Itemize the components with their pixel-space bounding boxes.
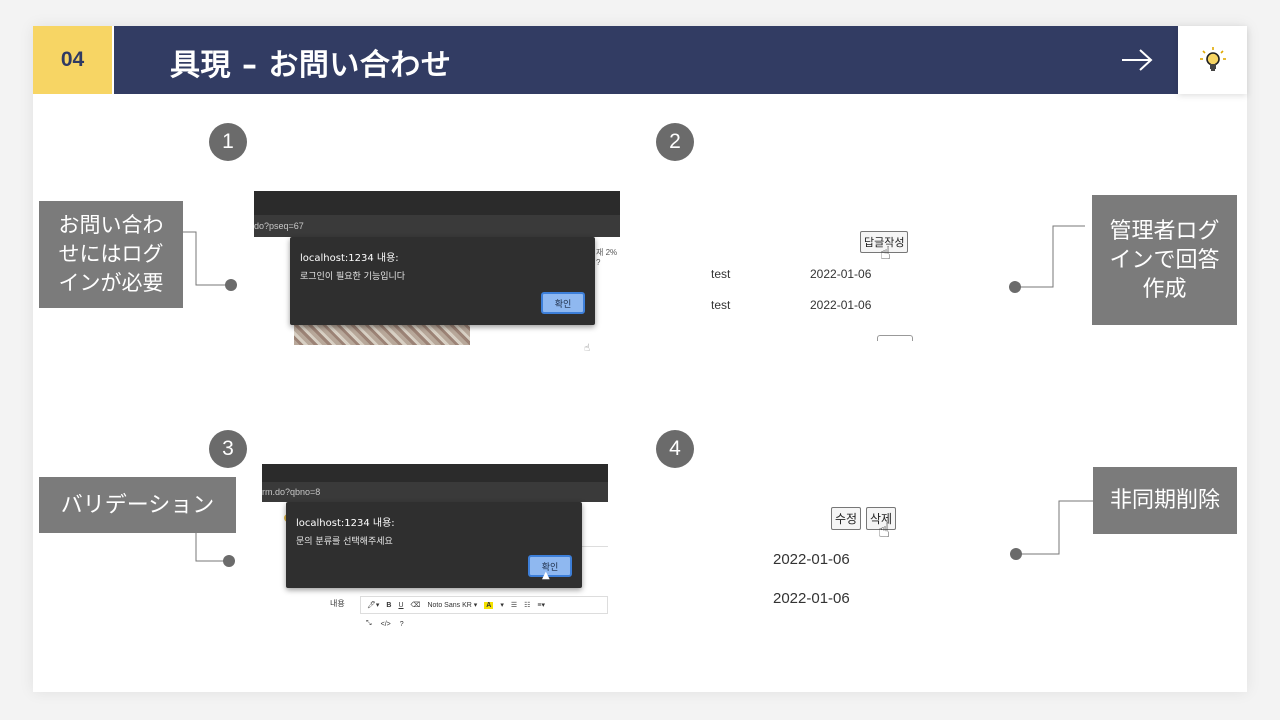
content-label: 내용 [330,599,345,608]
row-name: test [711,267,731,281]
row-name: test [711,298,731,312]
toolbar-item[interactable]: ☷ [524,601,530,609]
dialog-message: 로그인이 필요한 기능입니다 [300,272,406,282]
row-date: 2022-01-06 [773,551,850,568]
step-number-2: 2 [656,123,694,161]
edit-button[interactable]: 수정 [831,507,862,530]
toolbar-item[interactable]: ▾ [500,601,504,609]
toolbar-item[interactable]: ≡▾ [537,601,545,609]
step-label-4: 非同期削除 [1093,467,1237,534]
step-number-3: 3 [209,430,247,468]
connector-dot-1 [225,279,237,291]
divider [582,546,608,547]
toolbar-item[interactable]: B [386,602,391,609]
toolbar-item[interactable]: </> [381,621,391,628]
toolbar-item[interactable]: U [398,602,403,609]
step-label-1: お問い合わ せにはログ インが必要 [39,201,183,308]
toolbar-item[interactable]: ? [400,621,404,628]
connector-dot-4 [1010,548,1022,560]
row-date: 2022-01-06 [810,267,872,281]
browser-chrome [254,191,620,215]
toolbar-item[interactable]: 🖊▾ [367,601,379,609]
ok-button[interactable]: 확인 [541,292,585,314]
connector-dot-2 [1009,281,1021,293]
side-text: 재 2% ? [596,248,618,267]
hand-cursor-icon: ☝ [584,343,591,354]
toolbar-item[interactable]: ⤡ [366,620,372,628]
row-date: 2022-01-06 [773,590,850,607]
address-bar[interactable]: do?pseq=67 [254,215,620,237]
dialog-title: localhost:1234 내용: [300,253,399,264]
ok-button[interactable]: 확인 [528,555,572,577]
toolbar-item[interactable]: A [484,601,494,609]
screenshot-validation: rm.do?qbno=8 내용 🖊▾ B U ⌫ Noto Sans KR ▾ … [262,464,608,634]
row-date: 2022-01-06 [810,298,872,312]
connector-lines [183,225,1093,567]
browser-chrome [262,464,608,482]
screenshot-login-required: do?pseq=67 재 2% ? ☝ localhost:1234 내용: 로… [254,191,620,355]
toolbar-item[interactable]: ☰ [511,601,517,609]
dialog-title: localhost:1234 내용: [296,518,395,529]
toolbar-item[interactable]: Noto Sans KR ▾ [427,601,477,609]
step-label-3: バリデーション [39,477,236,533]
step-number-1: 1 [209,123,247,161]
toolbar-item[interactable]: ⌫ [411,601,421,609]
hand-cursor-icon: ☝ [880,243,891,264]
screenshot-admin-reply: 답글작성 ☝ test 2022-01-06 test 2022-01-06 [700,225,940,345]
alert-dialog: localhost:1234 내용: 문의 분류를 선택해주세요 확인 ▲ [286,502,582,588]
dialog-message: 문의 분류를 선택해주세요 [296,537,393,547]
partial-button [877,335,913,341]
alert-dialog: localhost:1234 내용: 로그인이 필요한 기능입니다 확인 [290,237,595,325]
step-label-2: 管理者ログ インで回答 作成 [1092,195,1237,325]
step-number-4: 4 [656,430,694,468]
address-bar[interactable]: rm.do?qbno=8 [262,482,608,502]
editor-toolbar-row2: ⤡ </> ? [360,616,608,632]
connector-dot-3 [223,555,235,567]
pointer-cursor-icon: ▲ [542,570,550,581]
hand-cursor-icon: ☝ [878,518,891,542]
editor-toolbar: 🖊▾ B U ⌫ Noto Sans KR ▾ A ▾ ☰ ☷ ≡▾ [360,596,608,614]
